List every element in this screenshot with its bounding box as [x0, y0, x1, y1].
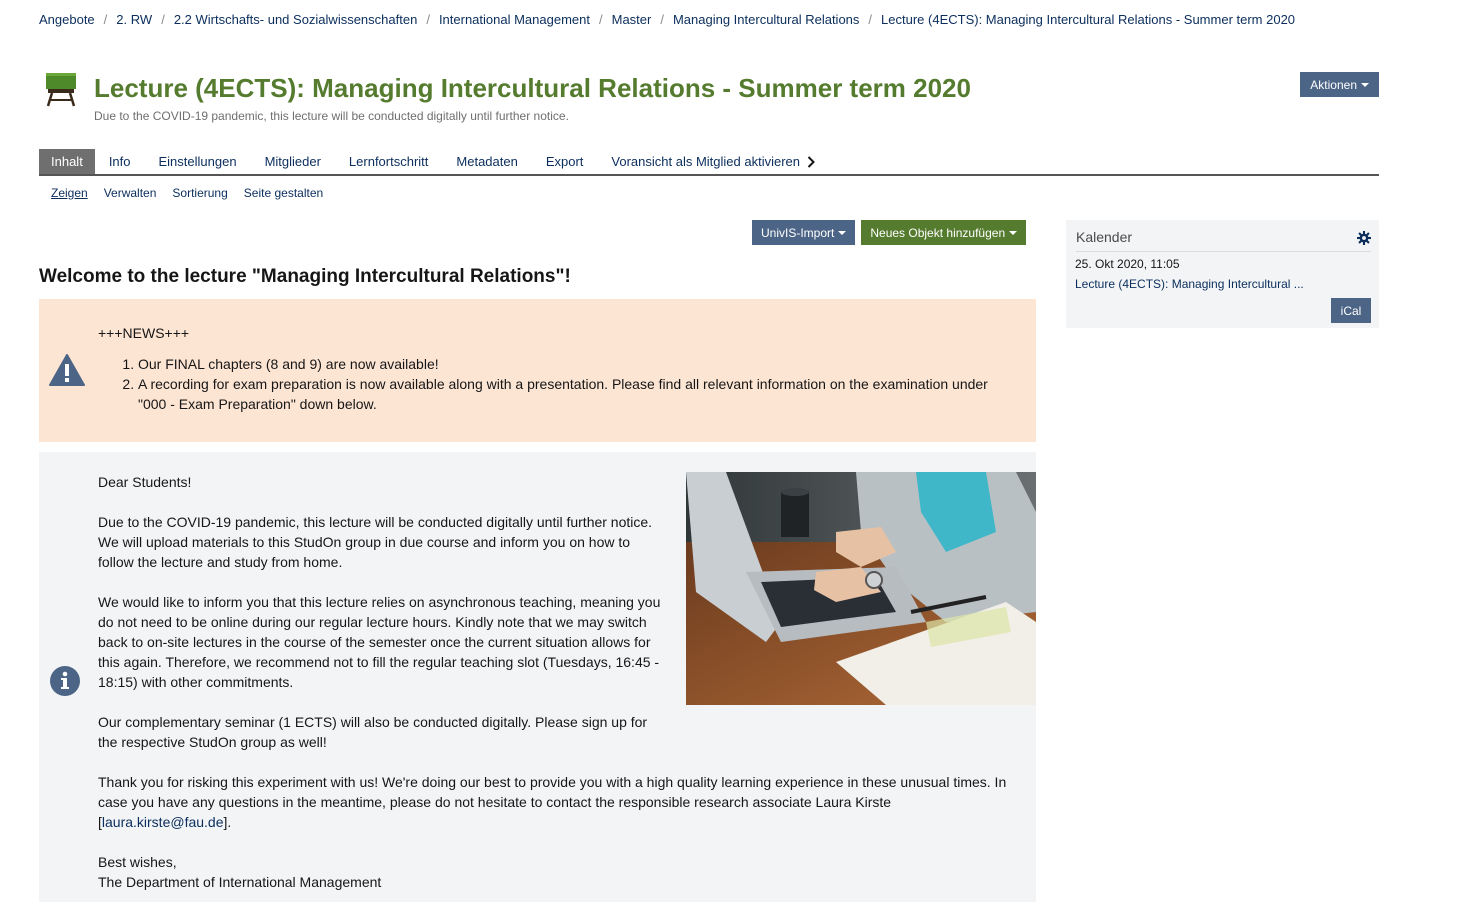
breadcrumb-separator: /	[868, 12, 873, 27]
breadcrumb-item-master[interactable]: Master	[612, 12, 652, 27]
breadcrumb-separator: /	[103, 12, 108, 27]
info-contact-end: ].	[223, 814, 232, 830]
news-item: A recording for exam preparation is now …	[138, 374, 1018, 414]
welcome-heading: Welcome to the lecture "Managing Intercu…	[39, 266, 571, 287]
info-paragraph: Our complementary seminar (1 ECTS) will …	[98, 714, 648, 750]
course-icon	[46, 73, 76, 107]
breadcrumb-item-rw[interactable]: 2. RW	[116, 12, 152, 27]
info-closing: Best wishes,	[98, 854, 177, 870]
chevron-right-icon	[807, 155, 815, 168]
news-list: Our FINAL chapters (8 and 9) are now ava…	[98, 354, 1018, 414]
caret-down-icon	[1009, 230, 1018, 235]
info-greeting: Dear Students!	[98, 474, 192, 490]
breadcrumb-item-angebote[interactable]: Angebote	[39, 12, 95, 27]
sub-tabs: Zeigen Verwalten Sortierung Seite gestal…	[51, 186, 339, 200]
subtab-sortierung[interactable]: Sortierung	[172, 186, 227, 200]
news-item: Our FINAL chapters (8 and 9) are now ava…	[138, 354, 1018, 374]
breadcrumb: Angebote / 2. RW / 2.2 Wirtschafts- und …	[39, 12, 1295, 27]
calendar-event-date: 25. Okt 2020, 11:05	[1075, 257, 1180, 271]
univis-import-label: UnivIS-Import	[761, 225, 835, 240]
tab-export[interactable]: Export	[532, 149, 598, 174]
breadcrumb-separator: /	[660, 12, 664, 27]
news-heading: +++NEWS+++	[98, 325, 190, 341]
actions-dropdown-button[interactable]: Aktionen	[1300, 72, 1379, 97]
calendar-panel: Kalender 25. Okt 2020, 11:05 Lecture (4E…	[1066, 220, 1379, 328]
subtab-seite-gestalten[interactable]: Seite gestalten	[244, 186, 323, 200]
breadcrumb-separator: /	[426, 12, 430, 27]
info-text: Dear Students! Due to the COVID-19 pande…	[98, 472, 1018, 892]
breadcrumb-item-current[interactable]: Lecture (4ECTS): Managing Intercultural …	[881, 12, 1295, 27]
info-icon	[50, 666, 80, 696]
tab-metadaten[interactable]: Metadaten	[442, 149, 531, 174]
add-object-label: Neues Objekt hinzufügen	[870, 225, 1006, 240]
page-title: Lecture (4ECTS): Managing Intercultural …	[94, 73, 971, 103]
ical-button[interactable]: iCal	[1331, 298, 1371, 323]
warning-icon	[49, 354, 85, 386]
tab-member-preview[interactable]: Voransicht als Mitglied aktivieren	[597, 149, 829, 174]
add-object-button[interactable]: Neues Objekt hinzufügen	[861, 220, 1027, 245]
info-paragraph-contact: Thank you for risking this experiment wi…	[98, 772, 1018, 832]
page-header: Lecture (4ECTS): Managing Intercultural …	[39, 70, 1379, 130]
page-description: Due to the COVID-19 pandemic, this lectu…	[94, 109, 569, 123]
news-content: +++NEWS+++ Our FINAL chapters (8 and 9) …	[98, 323, 1018, 414]
calendar-title: Kalender	[1076, 229, 1133, 245]
gear-icon[interactable]	[1357, 231, 1371, 245]
info-paragraph: Due to the COVID-19 pandemic, this lectu…	[98, 514, 653, 570]
subtab-zeigen[interactable]: Zeigen	[51, 186, 88, 200]
tab-inhalt[interactable]: Inhalt	[39, 149, 95, 174]
actions-button-label: Aktionen	[1310, 77, 1357, 92]
news-box: +++NEWS+++ Our FINAL chapters (8 and 9) …	[39, 299, 1036, 442]
main-tabs: Inhalt Info Einstellungen Mitglieder Ler…	[39, 149, 1379, 176]
breadcrumb-item-mir[interactable]: Managing Intercultural Relations	[673, 12, 859, 27]
breadcrumb-separator: /	[598, 12, 603, 27]
info-paragraph: We would like to inform you that this le…	[98, 594, 661, 690]
calendar-event-link[interactable]: Lecture (4ECTS): Managing Intercultural …	[1075, 277, 1304, 291]
breadcrumb-item-international-management[interactable]: International Management	[439, 12, 590, 27]
breadcrumb-item-wiso[interactable]: 2.2 Wirtschafts- und Sozialwissenschafte…	[174, 12, 418, 27]
univis-import-button[interactable]: UnivIS-Import	[752, 220, 856, 245]
calendar-header: Kalender	[1076, 229, 1371, 252]
caret-down-icon	[1361, 82, 1369, 87]
tab-lernfortschritt[interactable]: Lernfortschritt	[335, 149, 442, 174]
breadcrumb-separator: /	[161, 12, 165, 27]
info-signature: The Department of International Manageme…	[98, 874, 382, 890]
tab-einstellungen[interactable]: Einstellungen	[145, 149, 251, 174]
tab-mitglieder[interactable]: Mitglieder	[251, 149, 335, 174]
tab-info[interactable]: Info	[95, 149, 145, 174]
info-contact-text: Thank you for risking this experiment wi…	[98, 774, 1007, 830]
contact-email-link[interactable]: laura.kirste@fau.de	[102, 814, 224, 830]
caret-down-icon	[838, 230, 847, 235]
content-toolbar: UnivIS-Import Neues Objekt hinzufügen	[752, 220, 1032, 245]
tab-member-preview-label: Voransicht als Mitglied aktivieren	[611, 154, 801, 169]
subtab-verwalten[interactable]: Verwalten	[104, 186, 157, 200]
info-box: Dear Students! Due to the COVID-19 pande…	[39, 452, 1036, 902]
